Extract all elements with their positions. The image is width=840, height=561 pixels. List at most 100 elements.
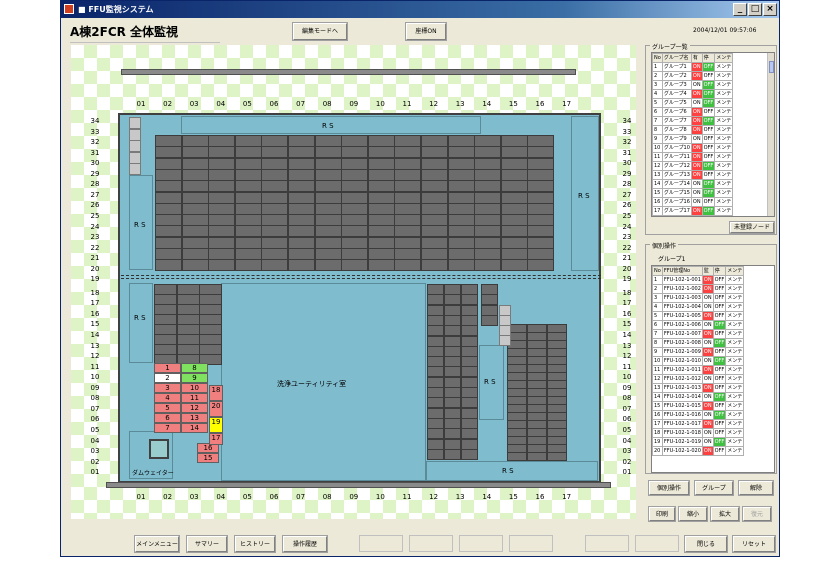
table-row[interactable]: 2 FFU-102-1-002 ON OFF メンテ	[652, 284, 745, 294]
table-cell[interactable]: ON	[690, 116, 703, 126]
ffu-cell[interactable]	[481, 314, 498, 326]
ffu-cell[interactable]	[341, 259, 369, 272]
table-cell[interactable]: メンテ	[714, 125, 734, 135]
ffu-cell[interactable]	[341, 168, 369, 181]
ffu-cell[interactable]	[181, 202, 209, 215]
ffu-cell[interactable]	[507, 452, 527, 461]
ffu-cell[interactable]	[421, 135, 448, 147]
ffu-cell[interactable]	[367, 259, 395, 272]
table-cell[interactable]: メンテ	[725, 365, 745, 375]
ffu-cell[interactable]	[181, 191, 209, 204]
table-cell[interactable]: OFF	[712, 374, 727, 384]
table-cell[interactable]: OFF	[701, 80, 716, 90]
table-cell[interactable]: メンテ	[714, 62, 734, 72]
coord-toggle-button[interactable]: 座標ON	[405, 22, 447, 41]
ffu-cell[interactable]	[155, 259, 182, 272]
table-cell[interactable]: OFF	[712, 338, 727, 348]
ffu-cell[interactable]	[155, 168, 182, 181]
table-cell[interactable]: OFF	[712, 365, 727, 375]
table-row[interactable]: 15 FFU-102-1-015 ON OFF メンテ	[652, 401, 745, 411]
table-cell[interactable]: OFF	[701, 161, 716, 171]
ffu-cell[interactable]	[208, 225, 236, 238]
table-cell[interactable]: OFF	[701, 152, 716, 162]
table-cell[interactable]: OFF	[712, 446, 727, 456]
table-row[interactable]: 10 FFU-102-1-010 ON OFF メンテ	[652, 356, 745, 366]
ffu-cell[interactable]	[447, 236, 475, 249]
table-row[interactable]: 12 FFU-102-1-012 ON OFF メンテ	[652, 374, 745, 384]
ffu-cell-inactive[interactable]	[129, 117, 141, 129]
ffu-cell[interactable]	[394, 168, 422, 181]
ffu-cell[interactable]	[421, 214, 448, 227]
ffu-cell[interactable]	[261, 248, 289, 260]
minimize-button[interactable]: _	[733, 3, 747, 16]
ffu-cell[interactable]	[421, 225, 448, 238]
table-row[interactable]: 16 グループ16 ON OFF メンテ	[652, 197, 734, 207]
ffu-cell-inactive[interactable]	[499, 335, 511, 346]
table-cell[interactable]: ON	[701, 428, 714, 438]
ffu-cell[interactable]	[208, 236, 236, 249]
ffu-cell[interactable]	[234, 157, 262, 170]
table-row[interactable]: 8 FFU-102-1-008 ON OFF メンテ	[652, 338, 745, 348]
table-cell[interactable]: ON	[701, 446, 714, 456]
unit-op-button[interactable]: 個別操作	[648, 480, 690, 496]
group-segment[interactable]: 17	[209, 433, 223, 445]
ffu-cell[interactable]	[421, 168, 448, 181]
ffu-cell[interactable]	[234, 135, 262, 147]
enlarge-button[interactable]: 拡大	[710, 506, 740, 522]
ffu-cell[interactable]	[288, 202, 315, 215]
group-segment[interactable]: 12	[181, 403, 208, 413]
table-row[interactable]: 5 グループ5 ON OFF メンテ	[652, 98, 734, 108]
ffu-cell[interactable]	[341, 157, 369, 170]
ffu-cell[interactable]	[527, 452, 547, 461]
ffu-cell[interactable]	[367, 191, 395, 204]
ffu-cell[interactable]	[341, 225, 369, 238]
table-row[interactable]: 4 グループ4 ON OFF メンテ	[652, 89, 734, 99]
group-segment[interactable]: 8	[181, 363, 208, 373]
table-cell[interactable]: メンテ	[714, 116, 734, 126]
ffu-cell[interactable]	[421, 146, 448, 159]
ffu-cell[interactable]	[527, 248, 555, 260]
ffu-cell[interactable]	[314, 214, 342, 227]
table-row[interactable]: 9 FFU-102-1-009 ON OFF メンテ	[652, 347, 745, 357]
ffu-cell[interactable]	[527, 259, 555, 272]
ffu-cell[interactable]	[155, 214, 182, 227]
ffu-cell[interactable]	[394, 202, 422, 215]
table-cell[interactable]: ON	[690, 206, 703, 216]
table-cell[interactable]: メンテ	[714, 107, 734, 117]
ffu-cell[interactable]	[208, 248, 236, 260]
table-cell[interactable]: OFF	[712, 401, 727, 411]
history-button[interactable]: ヒストリー	[234, 535, 276, 553]
ffu-cell[interactable]	[155, 236, 182, 249]
ffu-cell[interactable]	[461, 448, 478, 460]
restore-button[interactable]: 復元	[742, 506, 772, 522]
ffu-cell[interactable]	[421, 157, 448, 170]
table-cell[interactable]: OFF	[712, 302, 727, 312]
table-cell[interactable]: ON	[701, 392, 714, 402]
ffu-cell[interactable]	[394, 146, 422, 159]
table-cell[interactable]: ON	[701, 302, 714, 312]
table-row[interactable]: 20 FFU-102-1-020 ON OFF メンテ	[652, 446, 745, 456]
ffu-cell[interactable]	[314, 191, 342, 204]
table-cell[interactable]: メンテ	[725, 437, 745, 447]
ffu-cell-inactive[interactable]	[129, 140, 141, 152]
ffu-cell[interactable]	[500, 248, 528, 260]
ffu-cell[interactable]	[447, 202, 475, 215]
group-segment[interactable]: 15	[197, 453, 219, 463]
group-segment[interactable]: 2	[154, 373, 181, 383]
table-cell[interactable]: メンテ	[714, 215, 734, 216]
ffu-cell[interactable]	[527, 135, 555, 147]
group-button[interactable]: グループ	[694, 480, 734, 496]
table-row[interactable]: 9 グループ9 ON OFF メンテ	[652, 134, 734, 144]
table-cell[interactable]: メンテ	[725, 401, 745, 411]
table-cell[interactable]: メンテ	[725, 347, 745, 357]
table-cell[interactable]: OFF	[712, 392, 727, 402]
table-cell[interactable]: OFF	[701, 134, 716, 144]
ffu-cell[interactable]	[527, 168, 555, 181]
ffu-cell[interactable]	[261, 202, 289, 215]
table-cell[interactable]: ON	[690, 80, 703, 90]
ffu-cell[interactable]	[500, 214, 528, 227]
ffu-cell[interactable]	[155, 225, 182, 238]
table-cell[interactable]: ON	[701, 365, 714, 375]
ffu-cell[interactable]	[155, 202, 182, 215]
table-cell[interactable]: メンテ	[714, 152, 734, 162]
